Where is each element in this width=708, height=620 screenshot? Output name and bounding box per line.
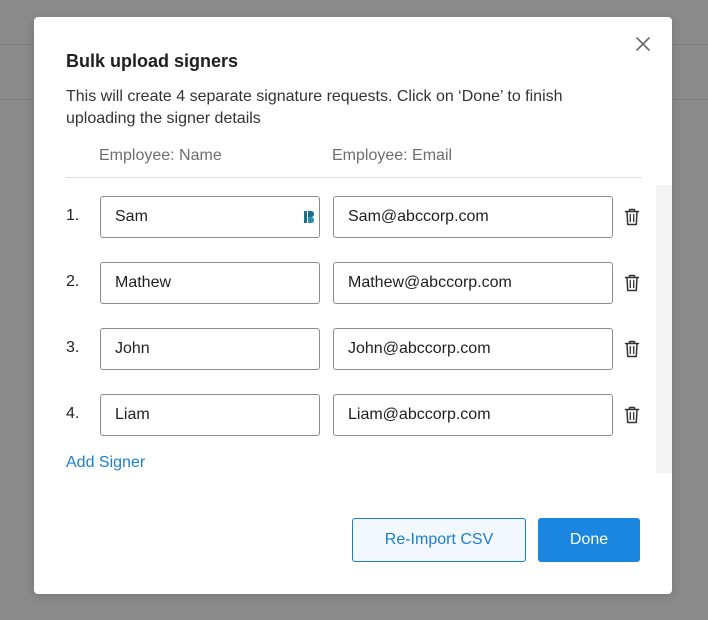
done-label: Done	[569, 531, 609, 548]
trash-icon[interactable]	[624, 273, 640, 293]
close-icon	[636, 37, 650, 51]
reimport-csv-label: Re-Import CSV	[384, 531, 494, 548]
trash-icon[interactable]	[624, 339, 640, 359]
reimport-csv-button[interactable]: Re-Import CSV	[352, 518, 526, 562]
trash-icon[interactable]	[624, 405, 640, 425]
dialog-description: This will create 4 separate signature re…	[66, 88, 563, 127]
signer-row: 4.	[66, 394, 646, 436]
column-header-email: Employee: Email	[332, 147, 453, 164]
close-button[interactable]	[633, 34, 653, 54]
signer-name-input[interactable]	[100, 262, 320, 304]
add-signer-link[interactable]: Add Signer	[66, 454, 145, 472]
row-number: 4.	[66, 405, 80, 422]
signer-row: 1.	[66, 196, 646, 238]
signer-email-input[interactable]	[333, 196, 613, 238]
row-number: 2.	[66, 273, 80, 290]
signer-email-input[interactable]	[333, 328, 613, 370]
signer-name-input[interactable]	[100, 196, 320, 238]
trash-icon[interactable]	[624, 207, 640, 227]
dialog-title: Bulk upload signers	[66, 51, 239, 71]
row-number: 3.	[66, 339, 80, 356]
row-number: 1.	[66, 207, 80, 224]
done-button[interactable]: Done	[538, 518, 640, 562]
bulk-upload-dialog: Bulk upload signers This will create 4 s…	[34, 17, 672, 594]
signer-row: 3.	[66, 328, 646, 370]
signer-email-input[interactable]	[333, 262, 613, 304]
signer-email-input[interactable]	[333, 394, 613, 436]
signer-row: 2.	[66, 262, 646, 304]
password-manager-icon[interactable]	[303, 209, 315, 225]
column-header-name: Employee: Name	[99, 147, 222, 164]
signer-name-input[interactable]	[100, 328, 320, 370]
signer-name-input[interactable]	[100, 394, 320, 436]
header-divider	[66, 177, 642, 178]
scrollbar-track[interactable]	[656, 185, 672, 473]
